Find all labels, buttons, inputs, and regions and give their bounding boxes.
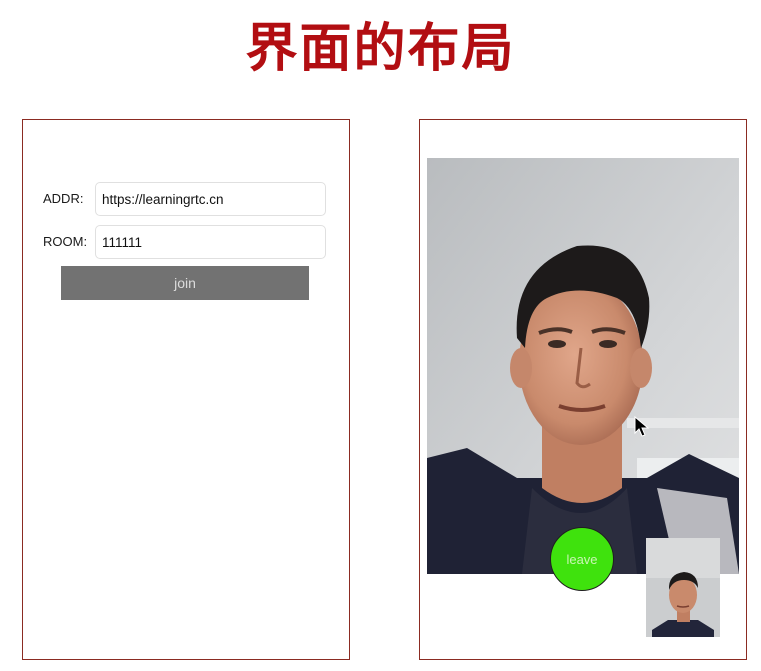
person-video-icon (427, 158, 739, 574)
slide-title: 界面的布局 (245, 19, 516, 79)
room-input[interactable] (95, 225, 326, 259)
mouse-pointer-icon (634, 416, 650, 437)
join-screen-mockup: ADDR: ROOM: join (22, 119, 350, 660)
addr-input[interactable] (95, 182, 326, 216)
addr-row: ADDR: (23, 182, 349, 216)
room-row: ROOM: (23, 225, 349, 259)
remote-video (427, 158, 739, 574)
call-screen-mockup: leave (419, 119, 747, 660)
room-label: ROOM: (43, 234, 88, 249)
local-video (646, 538, 720, 637)
person-video-thumbnail-icon (646, 538, 720, 637)
join-button[interactable]: join (61, 266, 309, 300)
slide: 界面的布局 ADDR: ROOM: join (0, 0, 761, 671)
addr-label: ADDR: (43, 191, 84, 206)
leave-button[interactable]: leave (550, 527, 614, 591)
